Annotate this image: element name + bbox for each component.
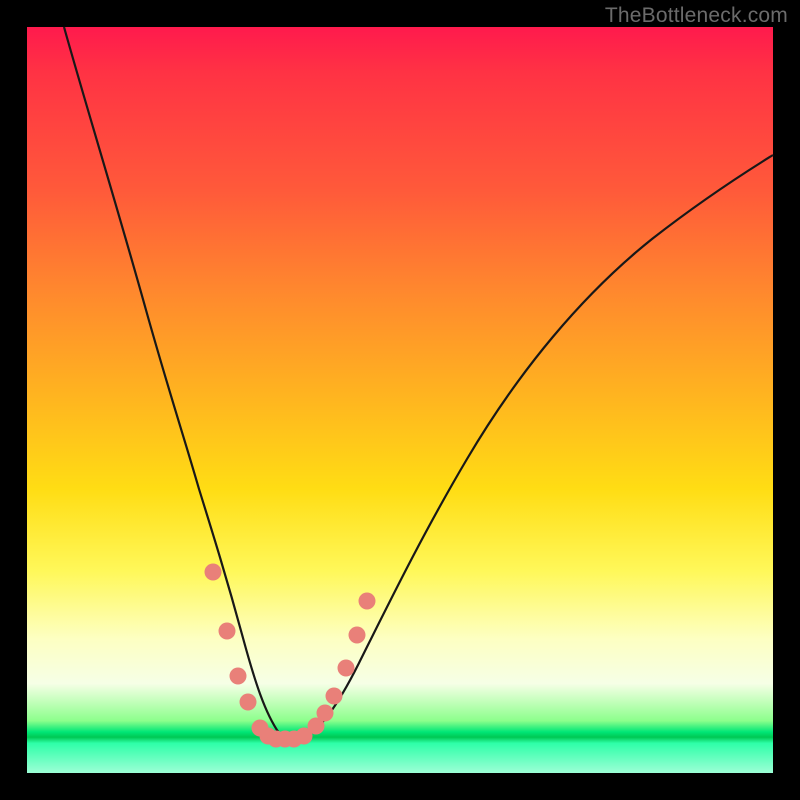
watermark-text: TheBottleneck.com [605,4,788,28]
marker-dot [205,564,222,581]
marker-dot [349,627,366,644]
marker-dot [326,688,343,705]
curve-svg [27,27,773,773]
plot-area [27,27,773,773]
marker-dot [338,660,355,677]
marker-dot [240,694,257,711]
marker-dot [219,623,236,640]
frame-border: TheBottleneck.com [0,0,800,800]
bottleneck-curve [64,27,773,740]
marker-dot [359,593,376,610]
marker-dot [317,705,334,722]
marker-dot [230,668,247,685]
